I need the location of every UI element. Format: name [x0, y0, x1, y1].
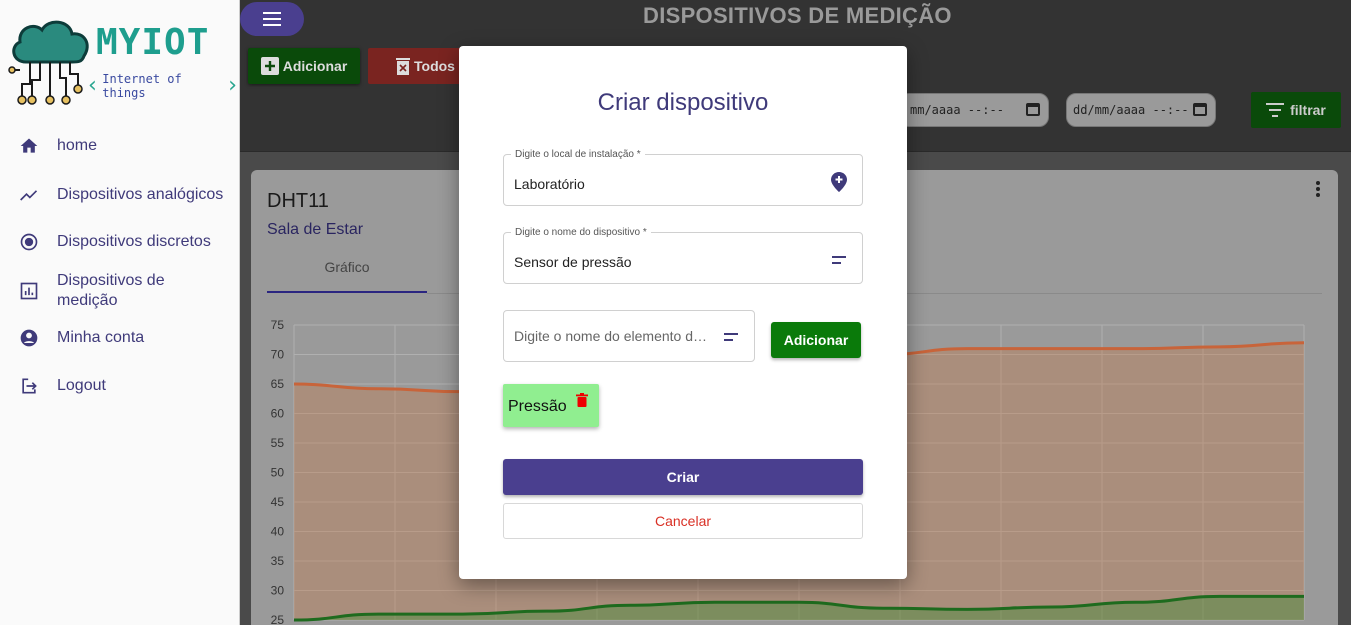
trending-up-icon [18, 184, 40, 206]
y-tick-label: 50 [271, 466, 285, 480]
add-device-button[interactable]: Adicionar [248, 48, 360, 84]
delete-icon [396, 58, 410, 75]
y-tick-label: 70 [271, 348, 285, 362]
dialog-title: Criar dispositivo [597, 89, 769, 116]
date-from-input[interactable]: mm/aaaa --:-- [899, 93, 1049, 127]
filter-label: filtrar [1290, 102, 1326, 118]
logout-icon [18, 375, 40, 397]
y-tick-label: 35 [271, 554, 285, 568]
y-tick-label: 65 [271, 377, 285, 391]
radio-button-icon [18, 231, 40, 253]
y-tick-label: 60 [271, 407, 285, 421]
location-field-label: Digite o local de instalação * [511, 149, 645, 160]
device-name-field-label: Digite o nome do dispositivo * [511, 227, 651, 238]
filter-button[interactable]: filtrar [1251, 92, 1341, 128]
delete-all-label: Todos [414, 58, 455, 74]
sidebar-item-label: home [57, 137, 98, 154]
y-tick-label: 25 [271, 613, 285, 625]
sidebar-item-account[interactable]: Minha conta [0, 328, 240, 348]
date-from-value: mm/aaaa --:-- [910, 103, 1004, 117]
add-box-icon [260, 57, 279, 75]
y-tick-label: 75 [271, 318, 285, 332]
delete-chip-icon[interactable] [576, 393, 588, 407]
chevron-right-icon: › [225, 73, 239, 98]
sidebar-item-label: Dispositivos discretos [57, 233, 211, 250]
sidebar-item-measurement[interactable]: Dispositivos de medição [0, 271, 240, 311]
logo-subtitle: ‹ Internet of things › [86, 72, 239, 100]
calendar-icon [1026, 103, 1040, 116]
chip-label: Pressão [508, 398, 567, 415]
create-button[interactable]: Criar [503, 459, 863, 495]
location-field-value: Laboratório [514, 176, 585, 192]
sidebar-item-analog[interactable]: Dispositivos analógicos [0, 175, 240, 215]
y-tick-label: 45 [271, 495, 285, 509]
sidebar-item-label: Dispositivos de medição [57, 272, 165, 309]
y-tick-label: 30 [271, 584, 285, 598]
page-title: DISPOSITIVOS DE MEDIÇÃO [643, 3, 952, 28]
y-tick-label: 40 [271, 525, 285, 539]
sidebar-item-label: Dispositivos analógicos [57, 186, 224, 203]
device-location: Sala de Estar [267, 221, 364, 238]
element-name-placeholder: Digite o nome do elemento de medição [514, 328, 714, 344]
y-tick-label: 55 [271, 436, 285, 450]
delete-all-button[interactable]: Todos [368, 48, 468, 84]
sidebar: MYIOT ‹ Internet of things › home Dispos… [0, 0, 240, 625]
add-device-label: Adicionar [282, 58, 348, 74]
logo-title: MYIOT [96, 22, 210, 63]
device-name-field[interactable]: Digite o nome do dispositivo * Sensor de… [503, 227, 863, 284]
more-vert-icon[interactable] [1314, 181, 1322, 201]
sidebar-item-label: Minha conta [57, 329, 145, 346]
measurement-element-chip: Pressão [503, 384, 599, 427]
menu-button[interactable] [240, 2, 304, 36]
tab-indicator [267, 291, 427, 293]
chevron-left-icon: ‹ [86, 73, 100, 98]
cloud-circuit-icon [8, 20, 89, 105]
filter-icon [1266, 103, 1285, 117]
short-text-icon [722, 328, 740, 346]
sidebar-item-discrete[interactable]: Dispositivos discretos [0, 232, 240, 252]
create-device-dialog: Criar dispositivo Digite o local de inst… [459, 46, 907, 579]
tab-grafico[interactable]: Gráfico [267, 259, 427, 275]
account-circle-icon [18, 327, 40, 349]
element-name-input[interactable]: Digite o nome do elemento de medição [503, 310, 755, 362]
date-to-input[interactable]: dd/mm/aaaa --:-- [1066, 93, 1216, 127]
home-icon [18, 135, 40, 157]
logo-subtitle-text: Internet of things [102, 72, 182, 100]
sidebar-item-logout[interactable]: Logout [0, 376, 240, 396]
cancel-button[interactable]: Cancelar [503, 503, 863, 539]
short-text-icon [830, 251, 848, 269]
location-field[interactable]: Digite o local de instalação * Laboratór… [503, 149, 863, 206]
calendar-icon [1193, 103, 1207, 116]
location-pin-icon [830, 172, 848, 192]
sidebar-item-label: Logout [57, 377, 106, 394]
bar-chart-icon [18, 280, 40, 302]
menu-icon [263, 12, 281, 26]
device-title: DHT11 [267, 190, 329, 212]
sidebar-item-home[interactable]: home [0, 136, 240, 156]
date-to-value: dd/mm/aaaa --:-- [1073, 103, 1189, 117]
device-name-field-value: Sensor de pressão [514, 254, 632, 270]
add-element-button[interactable]: Adicionar [771, 322, 861, 358]
